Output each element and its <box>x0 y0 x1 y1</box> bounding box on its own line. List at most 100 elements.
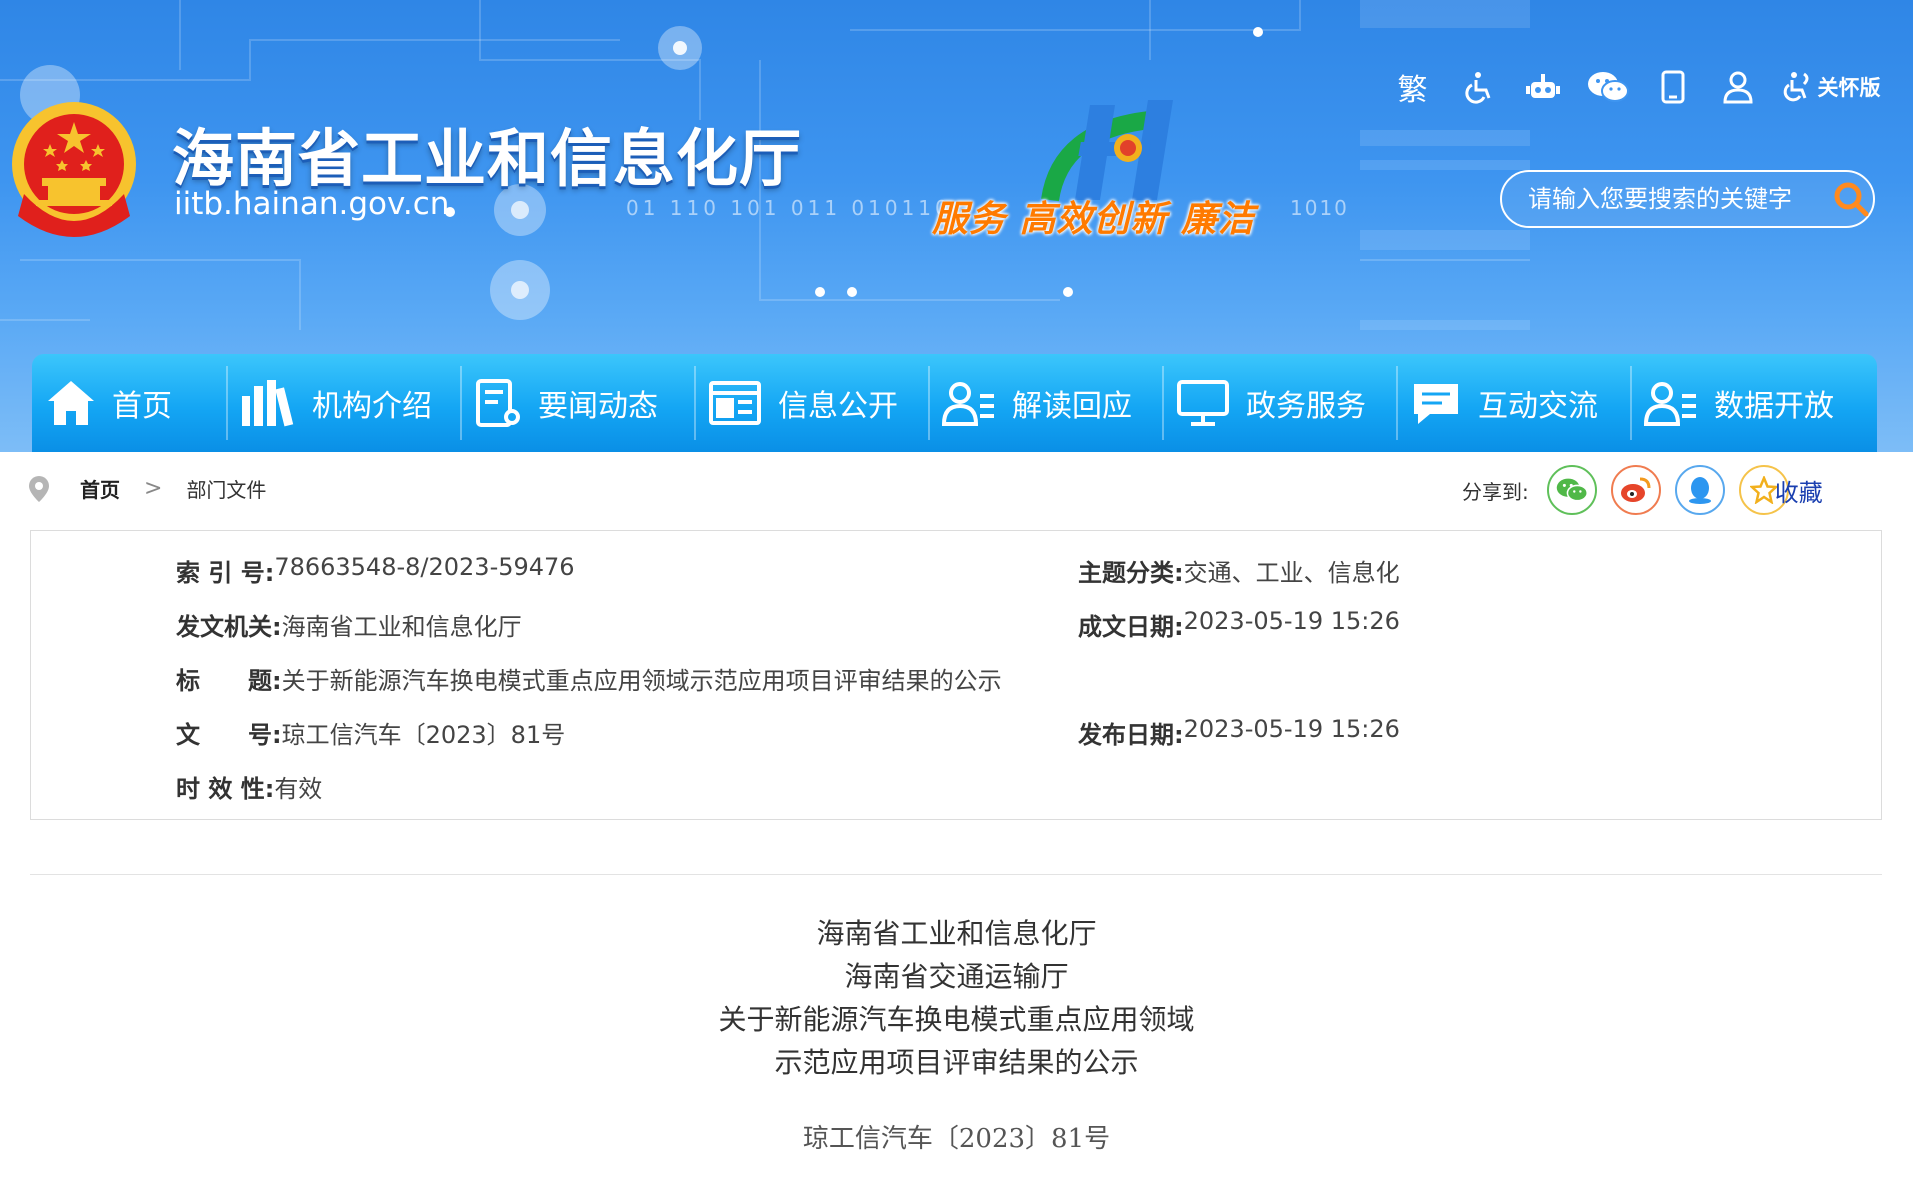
share-wechat-button[interactable] <box>1546 465 1597 515</box>
nav-item-interpretation[interactable]: 解读回应 <box>928 354 1162 452</box>
meta-issuer: 发文机关: 海南省工业和信息化厅 <box>176 607 522 642</box>
nav-item-interaction[interactable]: 互动交流 <box>1396 354 1630 452</box>
collect-button[interactable]: 收藏 <box>1738 465 1823 515</box>
document-heading-line: 海南省工业和信息化厅 <box>816 917 1097 950</box>
nav-item-label: 数据开放 <box>1714 389 1834 424</box>
wheelchair-icon <box>1464 72 1490 104</box>
breadcrumb-current[interactable]: 部门文件 <box>186 474 266 503</box>
breadcrumb-home-link[interactable]: 首页 <box>80 474 120 503</box>
meta-value: 78663548-8/2023-59476 <box>274 553 575 581</box>
search-button[interactable] <box>1828 171 1873 227</box>
news-icon <box>476 379 520 427</box>
wechat-icon <box>1556 478 1588 502</box>
nav-item-label: 解读回应 <box>1012 389 1132 424</box>
nav-item-disclosure[interactable]: 信息公开 <box>694 354 928 452</box>
search-icon <box>1834 182 1868 217</box>
site-header: 海南省工业和信息化厅 iitb.hainan.gov.cn 01 110 101… <box>0 0 1913 452</box>
meta-key: 索 引 号: <box>176 559 275 587</box>
meta-created-date: 成文日期: 2023-05-19 15:26 <box>1078 607 1400 642</box>
user-list-icon <box>942 382 994 426</box>
nav-item-services[interactable]: 政务服务 <box>1162 354 1396 452</box>
breadcrumb: 首页 > 部门文件 <box>28 474 266 503</box>
meta-value: 交通、工业、信息化 <box>1183 559 1400 587</box>
document-heading-line: 关于新能源汽车换电模式重点应用领域 <box>718 1003 1195 1036</box>
care-mode-icon <box>1783 72 1808 102</box>
traditional-chinese-button[interactable]: 繁 <box>1380 62 1445 112</box>
meta-published-date: 发布日期: 2023-05-19 15:26 <box>1078 715 1400 750</box>
nav-item-label: 信息公开 <box>778 389 898 424</box>
robot-icon <box>1525 74 1560 98</box>
share-label: 分享到: <box>1462 479 1529 504</box>
care-mode-button[interactable]: 关怀版 <box>1770 62 1890 112</box>
meta-key: 成文日期: <box>1078 613 1184 641</box>
monitor-icon <box>1177 380 1229 426</box>
document-heading: 海南省工业和信息化厅 海南省交通运输厅 关于新能源汽车换电模式重点应用领域 示范… <box>0 912 1913 1084</box>
meta-value: 2023-05-19 15:26 <box>1183 607 1400 635</box>
wechat-icon <box>1587 72 1629 102</box>
care-mode-label: 关怀版 <box>1817 76 1881 100</box>
qq-icon <box>1688 477 1711 504</box>
search-input[interactable] <box>1528 185 1828 213</box>
document-heading-line: 海南省交通运输厅 <box>844 960 1069 993</box>
chat-icon <box>1414 384 1458 424</box>
document-number: 琼工信汽车〔2023〕81号 <box>802 1124 1111 1154</box>
document-meta-box: 索 引 号: 78663548-8/2023-59476 主题分类: 交通、工业… <box>30 530 1882 820</box>
meta-key: 发文机关: <box>176 613 282 641</box>
nav-item-label: 首页 <box>112 389 172 424</box>
share-bar: 分享到: 收藏 <box>1462 464 1823 516</box>
location-pin-icon <box>29 475 49 502</box>
weibo-icon <box>1620 477 1651 502</box>
breadcrumb-bar: 首页 > 部门文件 分享到: 收藏 <box>0 452 1913 528</box>
meta-validity: 时 效 性: 有效 <box>176 769 322 804</box>
share-qq-button[interactable] <box>1674 465 1725 515</box>
meta-key: 主题分类: <box>1078 559 1184 587</box>
wechat-button[interactable] <box>1575 62 1640 112</box>
meta-value: 有效 <box>274 775 323 803</box>
meta-key: 文 号: <box>176 721 282 749</box>
home-icon <box>48 381 94 425</box>
nav-item-label: 要闻动态 <box>538 389 658 424</box>
main-navigation: 首页 机构介绍 要闻动态 信息公开 解读回应 政务服务 互动交流 数据开放 <box>32 354 1877 452</box>
national-emblem-icon <box>12 102 136 237</box>
binary-decoration-right: 1010 <box>1290 196 1349 220</box>
meta-value: 关于新能源汽车换电模式重点应用领域示范应用项目评审结果的公示 <box>281 667 1002 695</box>
meta-doc-no: 文 号: 琼工信汽车〔2023〕81号 <box>176 715 565 750</box>
accessibility-toolbar: 繁 关怀版 <box>1380 62 1890 112</box>
share-weibo-button[interactable] <box>1610 465 1661 515</box>
user-login-button[interactable] <box>1705 62 1770 112</box>
meta-key: 时 效 性: <box>176 775 275 803</box>
slogan: 服务 高效创新 廉洁 <box>932 199 1256 240</box>
meta-category: 主题分类: 交通、工业、信息化 <box>1078 553 1400 588</box>
mobile-icon <box>1661 70 1684 104</box>
binary-decoration-left: 01 110 101 011 010110 <box>626 196 952 220</box>
meta-index-no: 索 引 号: 78663548-8/2023-59476 <box>176 553 575 588</box>
meta-key: 标 题: <box>176 667 282 695</box>
mobile-button[interactable] <box>1640 62 1705 112</box>
collect-label: 收藏 <box>1774 478 1823 507</box>
nav-item-label: 互动交流 <box>1478 389 1598 424</box>
meta-key: 发布日期: <box>1078 721 1184 749</box>
document-heading-line: 示范应用项目评审结果的公示 <box>774 1046 1139 1079</box>
nav-item-label: 政务服务 <box>1246 389 1366 424</box>
document-number-block: 琼工信汽车〔2023〕81号 <box>0 1118 1913 1155</box>
traditional-chinese-label: 繁 <box>1397 73 1428 108</box>
nav-item-label: 机构介绍 <box>312 389 432 424</box>
accessibility-button[interactable] <box>1445 62 1510 112</box>
nav-item-about[interactable]: 机构介绍 <box>226 354 460 452</box>
nav-item-open-data[interactable]: 数据开放 <box>1630 354 1864 452</box>
star-icon <box>1749 476 1778 504</box>
site-title: 海南省工业和信息化厅 <box>172 122 803 195</box>
nav-item-home[interactable]: 首页 <box>32 354 226 452</box>
user-icon <box>1722 71 1753 104</box>
meta-value: 2023-05-19 15:26 <box>1183 715 1400 743</box>
nav-item-news[interactable]: 要闻动态 <box>460 354 694 452</box>
breadcrumb-separator: > <box>144 476 163 501</box>
books-icon <box>242 380 294 427</box>
window-icon <box>709 381 761 425</box>
robot-assistant-button[interactable] <box>1510 62 1575 112</box>
meta-title: 标 题: 关于新能源汽车换电模式重点应用领域示范应用项目评审结果的公示 <box>176 661 1002 696</box>
search-box <box>1500 170 1875 228</box>
meta-value: 海南省工业和信息化厅 <box>281 613 522 641</box>
content-divider <box>30 874 1882 875</box>
user-list-icon <box>1644 382 1696 426</box>
